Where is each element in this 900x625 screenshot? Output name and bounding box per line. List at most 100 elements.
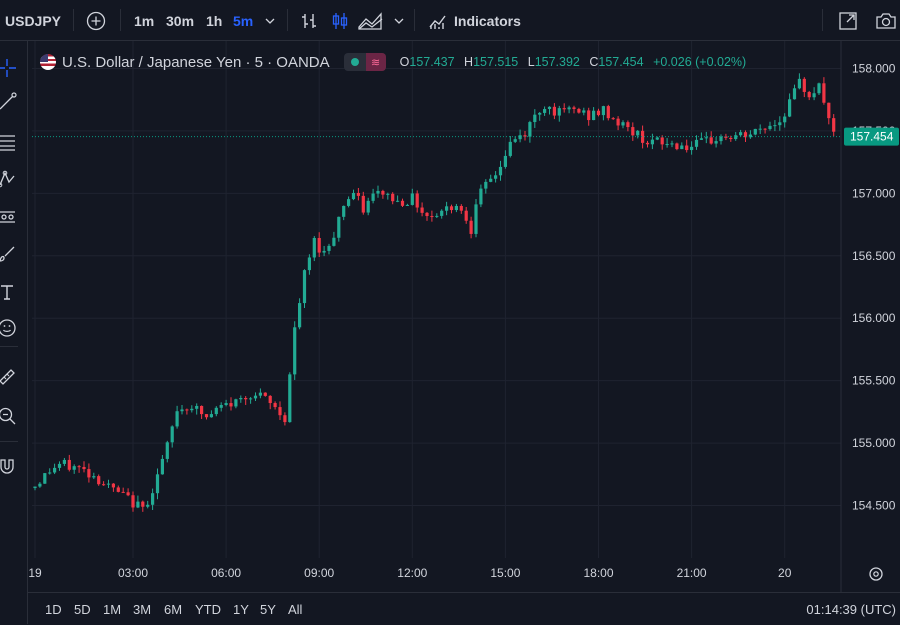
magnet-icon[interactable]	[0, 453, 20, 479]
crosshair-icon[interactable]	[0, 55, 20, 81]
candle	[518, 129, 522, 143]
candle-body	[219, 405, 223, 408]
candle	[195, 403, 199, 415]
candle-body	[479, 188, 483, 205]
candle-body	[151, 493, 155, 505]
add-symbol-icon[interactable]	[86, 0, 106, 41]
price-axis: 158.000157.500157.000156.500156.000155.5…	[840, 41, 896, 592]
candle	[714, 137, 718, 148]
candle	[435, 213, 439, 219]
candle-body	[572, 107, 576, 109]
trend-line-icon[interactable]	[0, 89, 20, 115]
candle	[72, 464, 76, 474]
candle-body	[498, 166, 503, 176]
candle-body	[758, 128, 762, 130]
candle-body	[739, 132, 743, 136]
candle-body	[400, 200, 405, 206]
candle	[229, 397, 233, 411]
interval-30m-button[interactable]: 30m	[166, 0, 194, 41]
camera-icon[interactable]	[875, 0, 897, 41]
interval-1h-button[interactable]: 1h	[206, 0, 222, 41]
ruler-icon[interactable]	[0, 364, 20, 390]
candle	[302, 269, 307, 309]
candle	[449, 204, 454, 214]
fib-icon[interactable]	[0, 129, 20, 155]
range-1d-button[interactable]: 1D	[45, 593, 62, 625]
chart-title[interactable]: U.S. Dollar / Japanese Yen · 5 · OANDA	[62, 54, 330, 71]
range-5d-button[interactable]: 5D	[74, 593, 91, 625]
candle	[82, 461, 86, 473]
interval-5m-button[interactable]: 5m	[233, 0, 253, 41]
candle-body	[778, 122, 782, 126]
range-3m-button[interactable]: 3M	[133, 593, 151, 625]
candle	[391, 192, 395, 205]
brush-icon[interactable]	[0, 241, 20, 267]
candle-body	[405, 204, 409, 206]
area-style-icon[interactable]	[358, 0, 384, 41]
candle-body	[822, 83, 826, 103]
price-chart[interactable]: 158.000157.500157.000156.500156.000155.5…	[28, 41, 900, 592]
candle	[454, 203, 458, 213]
range-1m-button[interactable]: 1M	[103, 593, 121, 625]
time-tick-label: 20	[778, 566, 792, 580]
candle-body	[518, 135, 522, 140]
candle-body	[636, 130, 640, 136]
indicators-button[interactable]: Indicators	[428, 0, 521, 41]
axis-settings-icon	[869, 567, 883, 581]
candle-body	[180, 409, 184, 412]
pattern-icon[interactable]	[0, 166, 20, 192]
candle-body	[650, 139, 654, 145]
candle	[807, 90, 811, 101]
candle-body	[337, 216, 341, 238]
candle	[170, 425, 174, 448]
range-all-button[interactable]: All	[288, 593, 302, 625]
market-status-badge[interactable]: ≋	[343, 53, 386, 71]
candle	[381, 189, 385, 199]
candle-body	[415, 193, 419, 208]
candle-body	[435, 215, 439, 217]
candle-body	[195, 405, 199, 409]
candle-body	[621, 122, 625, 126]
interval-1m-button[interactable]: 1m	[134, 0, 154, 41]
range-1y-button[interactable]: 1Y	[233, 593, 249, 625]
candle-body	[440, 210, 444, 216]
emoji-icon[interactable]	[0, 315, 20, 341]
forecast-icon[interactable]	[0, 204, 20, 230]
candle-body	[121, 491, 125, 493]
symbol-search-button[interactable]: USDJPY	[5, 0, 61, 41]
utc-clock[interactable]: 01:14:39 (UTC)	[806, 593, 896, 625]
candle-body	[827, 102, 831, 119]
candle-body	[155, 474, 160, 494]
range-6m-button[interactable]: 6M	[164, 593, 182, 625]
candle-body	[160, 458, 164, 475]
candle	[337, 216, 341, 242]
bar-style-icon[interactable]	[299, 0, 319, 41]
candle	[440, 209, 444, 219]
zoom-icon[interactable]	[0, 403, 20, 429]
time-tick-label: 09:00	[304, 566, 334, 580]
range-ytd-button[interactable]: YTD	[195, 593, 221, 625]
candle-style-icon[interactable]	[330, 0, 350, 41]
candle-body	[611, 118, 615, 120]
candle	[33, 486, 37, 491]
candle	[244, 396, 248, 405]
fullscreen-icon[interactable]	[838, 0, 858, 41]
chart-type-chevron-icon[interactable]	[393, 0, 405, 41]
candle-body	[459, 205, 463, 211]
candle-body	[675, 143, 679, 150]
candle-body	[146, 504, 150, 507]
candle	[43, 473, 47, 484]
candle-body	[788, 99, 792, 117]
chart-legend: U.S. Dollar / Japanese Yen · 5 · OANDA ≋…	[40, 52, 746, 72]
candle	[464, 206, 468, 224]
range-5y-button[interactable]: 5Y	[260, 593, 276, 625]
candle-body	[631, 127, 635, 136]
candle	[533, 109, 537, 128]
candle	[234, 398, 238, 409]
candle-body	[528, 122, 532, 137]
candle	[146, 500, 150, 509]
chevron-down-icon[interactable]	[264, 0, 276, 41]
candle-body	[102, 484, 106, 486]
text-icon[interactable]	[0, 279, 20, 305]
candle	[704, 131, 708, 144]
